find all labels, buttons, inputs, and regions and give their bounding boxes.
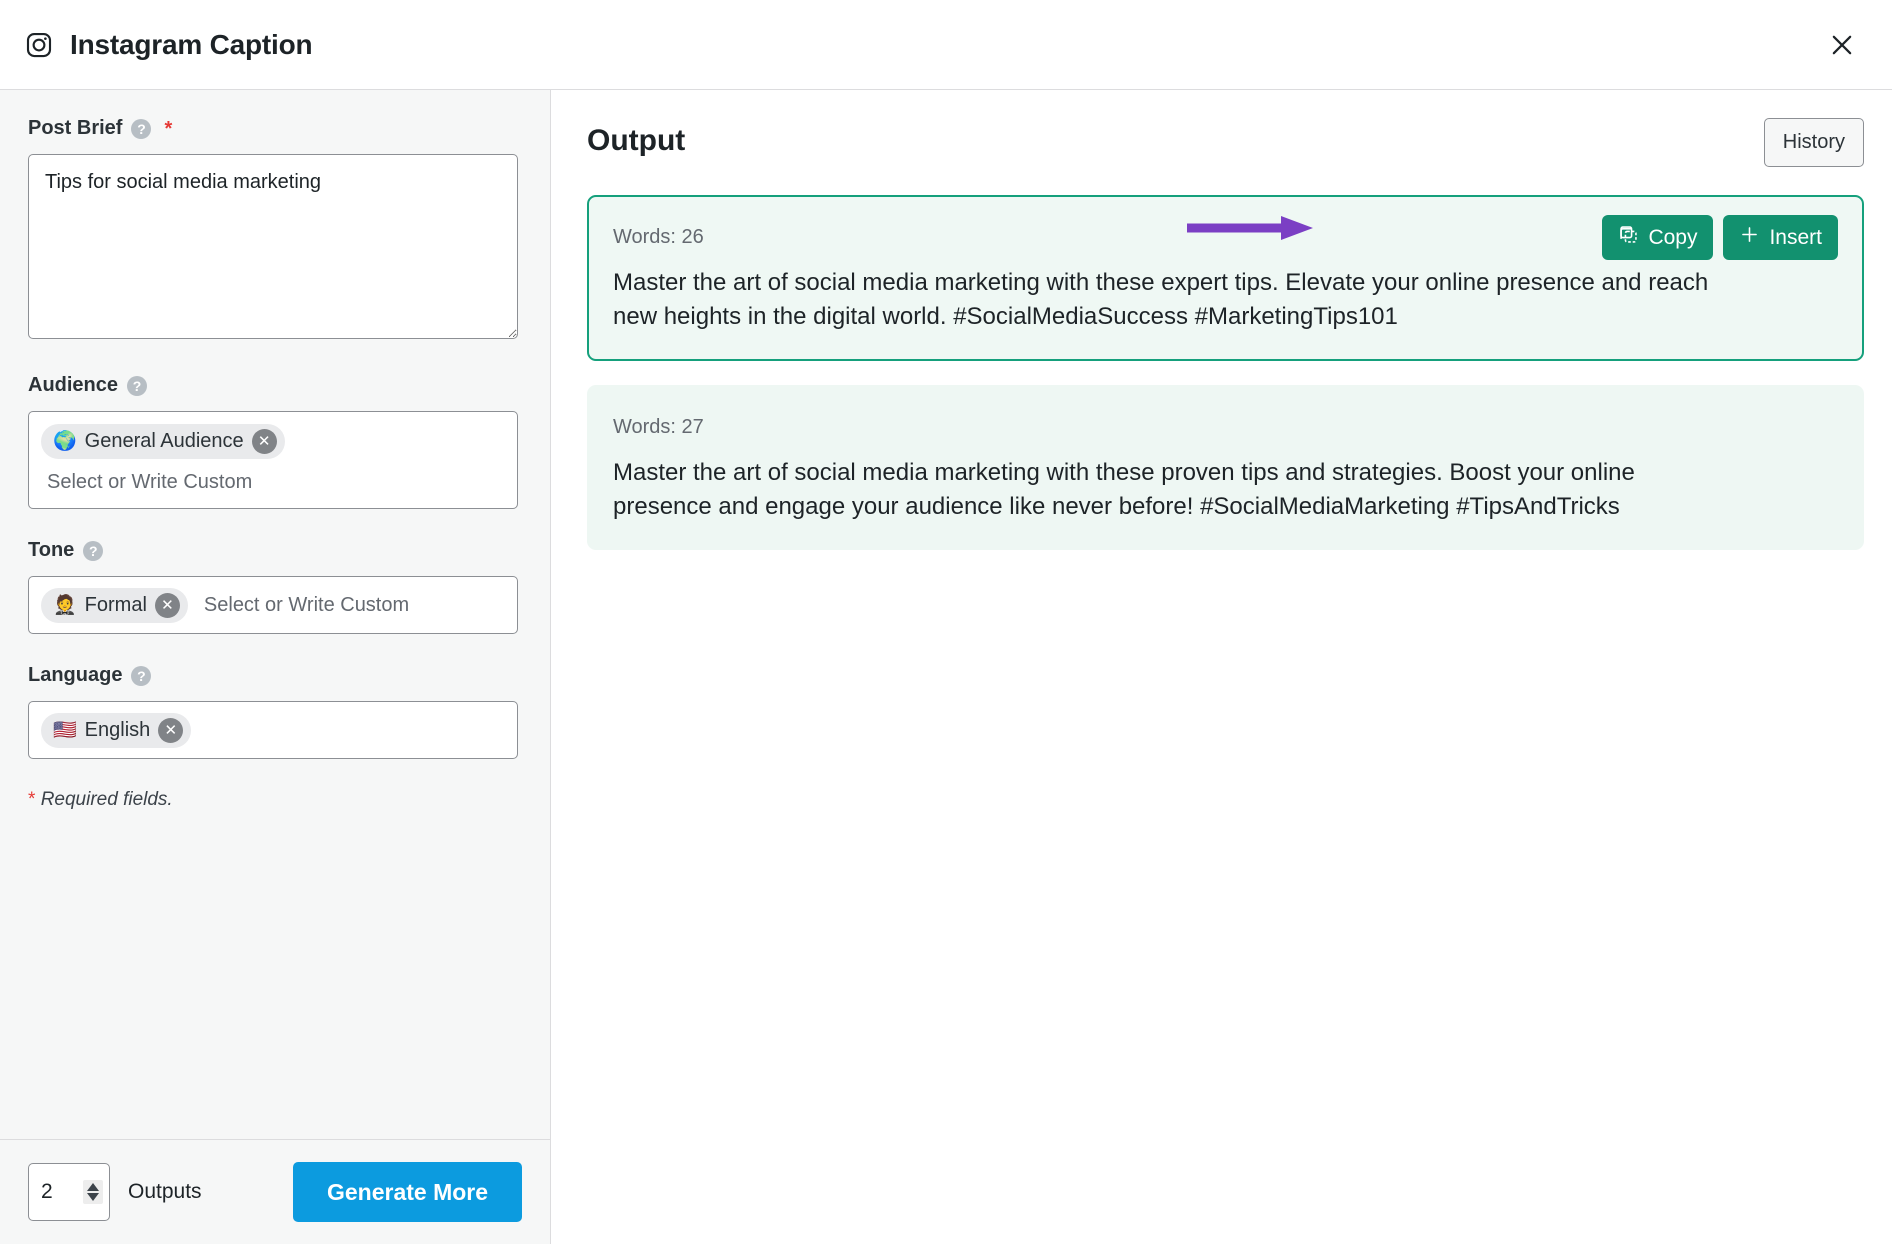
language-label: Language bbox=[28, 664, 123, 686]
required-fields-note: * Required fields. bbox=[28, 789, 516, 811]
help-icon[interactable]: ? bbox=[127, 375, 148, 396]
output-panel: Output History Words: 26 Copy Insert Mas… bbox=[551, 90, 1892, 1244]
insert-button-label: Insert bbox=[1769, 225, 1822, 249]
modal-body: Post Brief ? * Audience ? 🌍 bbox=[0, 89, 1892, 1244]
output-card[interactable]: Words: 27 Master the art of social media… bbox=[587, 384, 1864, 551]
us-flag-icon: 🇺🇸 bbox=[53, 719, 77, 741]
language-chip-label: English bbox=[84, 718, 151, 741]
required-note-asterisk: * bbox=[28, 789, 36, 810]
plus-icon bbox=[1739, 224, 1760, 251]
word-count-badge: Words: 26 bbox=[613, 226, 704, 248]
audience-label: Audience bbox=[28, 374, 119, 396]
outputs-count-value: 2 bbox=[41, 1180, 53, 1203]
copy-icon bbox=[1618, 224, 1639, 251]
chevron-up-icon[interactable] bbox=[87, 1183, 99, 1191]
word-count-badge: Words: 27 bbox=[613, 415, 704, 438]
tone-chip-label: Formal bbox=[84, 593, 147, 616]
output-card-toolbar: Words: 27 bbox=[613, 405, 1838, 450]
modal-header: Instagram Caption bbox=[0, 0, 1892, 89]
field-audience: Audience ? 🌍 General Audience ✕ Select o… bbox=[28, 374, 518, 509]
tone-input-placeholder[interactable]: Select or Write Custom bbox=[196, 594, 409, 617]
post-brief-input[interactable] bbox=[28, 154, 518, 339]
output-card-text: Master the art of social media marketing… bbox=[613, 458, 1635, 520]
annotation-arrow bbox=[1187, 216, 1313, 240]
tone-select[interactable]: 🤵 Formal ✕ Select or Write Custom bbox=[28, 576, 518, 634]
copy-button-label: Copy bbox=[1648, 225, 1698, 249]
audience-label-row: Audience ? bbox=[28, 374, 516, 397]
post-brief-label: Post Brief bbox=[28, 117, 123, 139]
person-in-suit-icon: 🤵 bbox=[53, 594, 77, 616]
header-left: Instagram Caption bbox=[22, 28, 313, 62]
form-panel: Post Brief ? * Audience ? 🌍 bbox=[0, 90, 551, 1244]
tone-label-row: Tone ? bbox=[28, 539, 516, 562]
form-fields: Post Brief ? * Audience ? 🌍 bbox=[0, 90, 550, 1139]
language-select[interactable]: 🇺🇸 English ✕ bbox=[28, 701, 518, 759]
field-language: Language ? 🇺🇸 English ✕ bbox=[28, 664, 518, 759]
instagram-caption-modal: Instagram Caption Post Brief ? * Tips fo… bbox=[0, 0, 1892, 1244]
close-icon[interactable] bbox=[1822, 25, 1862, 65]
audience-input-placeholder[interactable]: Select or Write Custom bbox=[41, 471, 252, 494]
remove-chip-icon[interactable]: ✕ bbox=[251, 429, 277, 454]
output-card[interactable]: Words: 26 Copy Insert Master the art of … bbox=[587, 195, 1864, 361]
audience-select[interactable]: 🌍 General Audience ✕ Select or Write Cus… bbox=[28, 411, 518, 509]
tone-label: Tone bbox=[28, 539, 75, 561]
copy-button[interactable]: Copy bbox=[1602, 215, 1714, 260]
output-header: Output History bbox=[587, 118, 1864, 167]
insert-button[interactable]: Insert bbox=[1723, 215, 1838, 260]
chevron-down-icon[interactable] bbox=[87, 1193, 99, 1201]
tone-chip: 🤵 Formal ✕ bbox=[41, 587, 188, 623]
field-tone: Tone ? 🤵 Formal ✕ Select or Write Custom bbox=[28, 539, 518, 634]
help-icon[interactable]: ? bbox=[131, 665, 152, 686]
language-chip: 🇺🇸 English ✕ bbox=[41, 712, 192, 748]
help-icon[interactable]: ? bbox=[131, 118, 152, 139]
field-post-brief: Post Brief ? * bbox=[28, 117, 518, 344]
globe-icon: 🌍 bbox=[53, 431, 77, 452]
instagram-icon bbox=[22, 28, 56, 62]
remove-chip-icon[interactable]: ✕ bbox=[154, 592, 180, 618]
help-icon[interactable]: ? bbox=[83, 540, 104, 561]
page-title: Instagram Caption bbox=[70, 28, 313, 60]
output-card-text: Master the art of social media marketing… bbox=[613, 269, 1709, 331]
post-brief-label-row: Post Brief ? * bbox=[28, 117, 516, 140]
required-note-text: Required fields. bbox=[40, 789, 173, 810]
audience-chip-label: General Audience bbox=[84, 430, 244, 452]
language-label-row: Language ? bbox=[28, 664, 516, 687]
output-title: Output bbox=[587, 124, 686, 157]
outputs-label: Outputs bbox=[128, 1180, 202, 1203]
outputs-stepper[interactable]: 2 bbox=[28, 1163, 110, 1221]
generate-more-button[interactable]: Generate More bbox=[293, 1162, 522, 1222]
output-card-toolbar: Words: 26 Copy Insert bbox=[613, 215, 1838, 260]
required-asterisk: * bbox=[164, 117, 173, 140]
remove-chip-icon[interactable]: ✕ bbox=[158, 717, 184, 743]
output-card-actions: Copy Insert bbox=[1187, 215, 1838, 260]
stepper-arrows[interactable] bbox=[83, 1180, 103, 1204]
audience-chip: 🌍 General Audience ✕ bbox=[41, 424, 285, 459]
history-button[interactable]: History bbox=[1763, 118, 1864, 167]
form-footer: 2 Outputs Generate More bbox=[0, 1139, 550, 1244]
